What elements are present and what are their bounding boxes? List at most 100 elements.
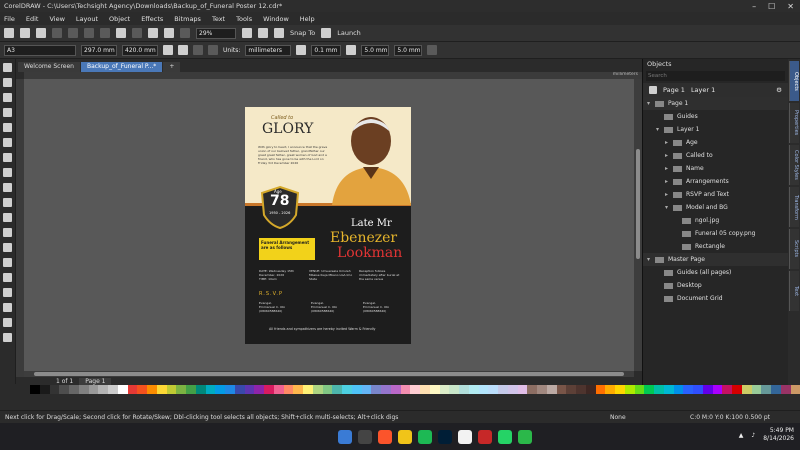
palette-swatch[interactable]: [576, 385, 586, 394]
page-width-field[interactable]: 297.0 mm: [81, 44, 117, 56]
options-gear-icon[interactable]: [321, 28, 332, 38]
palette-swatch[interactable]: [195, 385, 206, 394]
horizontal-scroll-thumb[interactable]: [34, 372, 624, 376]
expand-caret-icon[interactable]: ▸: [665, 152, 673, 159]
publish-pdf-icon[interactable]: [180, 28, 190, 38]
palette-swatch[interactable]: [147, 385, 157, 394]
palette-swatch[interactable]: [312, 385, 323, 394]
object-tree-item[interactable]: ▸ RSVP and Text: [643, 188, 788, 201]
docker-tab-scripts[interactable]: Scripts: [789, 229, 799, 269]
palette-swatch[interactable]: [702, 385, 713, 394]
menu-effects[interactable]: Effects: [141, 15, 163, 23]
menu-layout[interactable]: Layout: [76, 15, 98, 23]
palette-swatch[interactable]: [595, 385, 606, 394]
palette-swatch[interactable]: [351, 385, 362, 394]
palette-swatch[interactable]: [205, 385, 216, 394]
vertical-ruler[interactable]: [16, 79, 24, 379]
funeral-poster-page[interactable]: Called to GLORY With glory to heart, I a…: [245, 107, 411, 344]
menu-file[interactable]: File: [4, 15, 15, 23]
palette-swatch[interactable]: [527, 385, 537, 394]
polygon-tool-icon[interactable]: [3, 198, 12, 207]
palette-swatch[interactable]: [69, 385, 79, 394]
chat-app-icon[interactable]: [518, 429, 532, 444]
current-page-label[interactable]: Page 1: [663, 86, 685, 94]
objects-search-input[interactable]: Search: [646, 71, 785, 81]
palette-swatch[interactable]: [420, 385, 430, 394]
palette-swatch[interactable]: [78, 385, 89, 394]
palette-swatch[interactable]: [127, 385, 138, 394]
snap-to-dropdown[interactable]: Snap To: [290, 29, 315, 37]
object-tree-item[interactable]: Document Grid: [643, 292, 788, 305]
spotify-icon[interactable]: [418, 429, 432, 444]
palette-swatch[interactable]: [654, 385, 664, 394]
ellipse-tool-icon[interactable]: [3, 183, 12, 192]
palette-swatch[interactable]: [293, 385, 303, 394]
docker-tab-text[interactable]: Text: [789, 271, 799, 311]
fill-indicator[interactable]: None: [610, 414, 690, 421]
palette-swatch[interactable]: [585, 385, 596, 394]
palette-swatch[interactable]: [98, 385, 108, 394]
object-tree-item[interactable]: ▾ Page 1: [643, 97, 788, 110]
import-icon[interactable]: [148, 28, 158, 38]
vertical-scroll-thumb[interactable]: [636, 149, 640, 259]
tab-welcome-screen[interactable]: Welcome Screen: [18, 62, 80, 72]
current-layer-label[interactable]: Layer 1: [691, 86, 715, 94]
landscape-icon[interactable]: [178, 45, 188, 55]
object-tree-item[interactable]: ▸ Arrangements: [643, 175, 788, 188]
object-tree-item[interactable]: ngol.jpg: [643, 214, 788, 227]
palette-swatch[interactable]: [790, 385, 800, 394]
text-tool-icon[interactable]: [3, 213, 12, 222]
palette-swatch[interactable]: [605, 385, 615, 394]
palette-swatch[interactable]: [186, 385, 196, 394]
palette-swatch[interactable]: [137, 385, 147, 394]
transparency-tool-icon[interactable]: [3, 273, 12, 282]
palette-swatch[interactable]: [361, 385, 372, 394]
palette-swatch[interactable]: [108, 385, 118, 394]
object-tree-item[interactable]: ▸ Called to: [643, 149, 788, 162]
palette-swatch[interactable]: [712, 385, 723, 394]
palette-swatch[interactable]: [459, 385, 469, 394]
rectangle-tool-icon[interactable]: [3, 168, 12, 177]
new-tab-button[interactable]: +: [163, 62, 181, 72]
palette-swatch[interactable]: [663, 385, 674, 394]
palette-swatch[interactable]: [722, 385, 732, 394]
whatsapp-icon[interactable]: [498, 429, 512, 444]
menu-edit[interactable]: Edit: [26, 15, 39, 23]
all-pages-icon[interactable]: [193, 45, 203, 55]
menu-window[interactable]: Window: [263, 15, 289, 23]
palette-swatch[interactable]: [488, 385, 498, 394]
object-tree-item[interactable]: ▸ Age: [643, 136, 788, 149]
palette-swatch[interactable]: [332, 385, 342, 394]
docker-tab-transform[interactable]: Transform: [789, 187, 799, 227]
palette-swatch[interactable]: [215, 385, 225, 394]
expand-caret-icon[interactable]: ▸: [665, 178, 673, 185]
palette-swatch[interactable]: [176, 385, 186, 394]
zoom-tool-icon[interactable]: [3, 108, 12, 117]
palette-swatch[interactable]: [371, 385, 381, 394]
page-1-tab[interactable]: Page 1: [79, 377, 112, 385]
new-document-icon[interactable]: [4, 28, 14, 38]
palette-swatch[interactable]: [429, 385, 440, 394]
menu-text[interactable]: Text: [212, 15, 225, 23]
add-page-icon[interactable]: [427, 45, 438, 55]
palette-swatch[interactable]: [225, 385, 235, 394]
docker-tab-properties[interactable]: Properties: [789, 103, 799, 143]
brave-browser-icon[interactable]: [378, 429, 392, 444]
smart-fill-tool-icon[interactable]: [3, 318, 12, 327]
outline-indicator[interactable]: C:0 M:0 Y:0 K:100 0.500 pt: [690, 414, 800, 421]
palette-swatch[interactable]: [546, 385, 557, 394]
palette-swatch[interactable]: [771, 385, 781, 394]
freehand-tool-icon[interactable]: [3, 138, 12, 147]
palette-swatch[interactable]: [117, 385, 128, 394]
menu-view[interactable]: View: [49, 15, 64, 23]
palette-swatch[interactable]: [761, 385, 771, 394]
palette-swatch[interactable]: [381, 385, 391, 394]
palette-swatch[interactable]: [468, 385, 479, 394]
portrait-icon[interactable]: [163, 45, 173, 55]
current-page-icon[interactable]: [208, 45, 218, 55]
interactive-fill-tool-icon[interactable]: [3, 303, 12, 312]
palette-swatch[interactable]: [556, 385, 567, 394]
eyedropper-tool-icon[interactable]: [3, 288, 12, 297]
palette-swatch[interactable]: [342, 385, 352, 394]
expand-caret-icon[interactable]: ▸: [665, 165, 673, 172]
